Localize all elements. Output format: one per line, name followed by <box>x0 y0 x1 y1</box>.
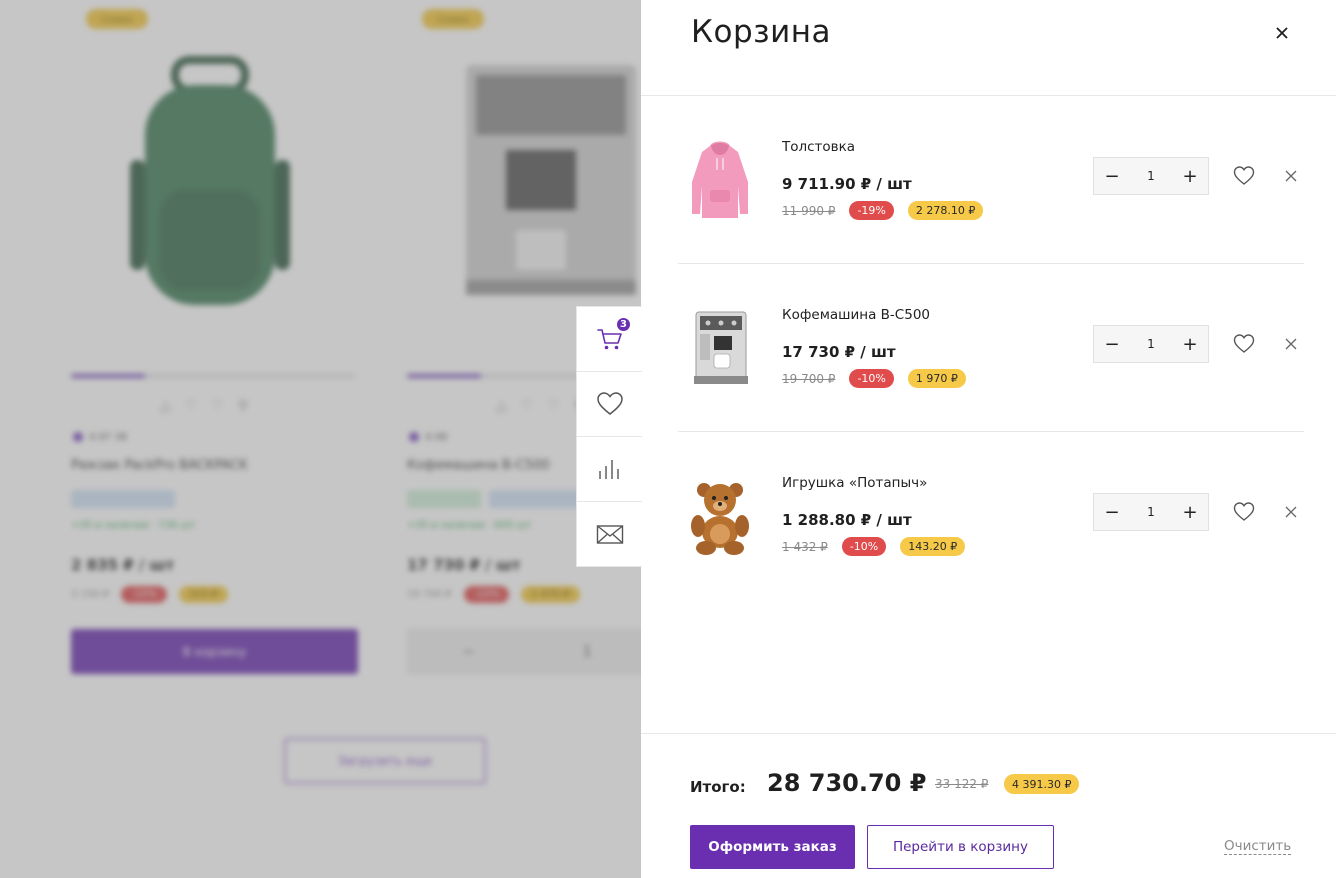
quantity-stepper: − 1 + <box>1093 325 1209 363</box>
quantity-value[interactable]: 1 <box>1130 169 1172 183</box>
remove-item-icon[interactable] <box>1283 504 1299 520</box>
clear-cart-button[interactable]: Очистить <box>1224 838 1292 855</box>
increase-button[interactable]: + <box>1172 158 1208 194</box>
go-to-cart-button[interactable]: Перейти в корзину <box>867 825 1054 869</box>
remove-item-icon[interactable] <box>1283 168 1299 184</box>
total-value: 28 730.70 ₽ <box>767 769 927 797</box>
item-old-price: 1 432 ₽ <box>782 539 828 554</box>
decrease-button[interactable]: − <box>1094 158 1130 194</box>
hoodie-image <box>692 141 748 218</box>
item-price: 1 288.80 ₽ / шт <box>782 511 912 529</box>
item-old-price: 11 990 ₽ <box>782 203 836 218</box>
checkout-button[interactable]: Оформить заказ <box>690 825 855 869</box>
increase-button[interactable]: + <box>1172 326 1208 362</box>
item-discount-badge: -10% <box>849 369 894 388</box>
mail-icon <box>596 524 623 544</box>
coffee-machine-image <box>694 311 748 384</box>
cart-title: Корзина <box>691 14 832 50</box>
quantity-stepper: − 1 + <box>1093 157 1209 195</box>
cart-item: Толстовка 9 711.90 ₽ / шт 11 990 ₽ -19% … <box>678 96 1304 264</box>
decrease-button[interactable]: − <box>1094 326 1130 362</box>
cart-count-badge: 3 <box>615 316 632 333</box>
compare-icon <box>598 460 619 479</box>
item-price-row: 19 700 ₽ -10% 1 970 ₽ <box>782 369 966 388</box>
favorite-heart-icon[interactable] <box>1233 333 1255 355</box>
item-discount-badge: -10% <box>841 537 887 556</box>
side-compare-button[interactable] <box>577 437 642 502</box>
quantity-stepper: − 1 + <box>1093 493 1209 531</box>
cart-header: Корзина <box>641 0 1336 96</box>
total-label: Итого: <box>690 778 746 796</box>
cart-panel: Корзина Толстовка 9 711.90 ₽ / шт 11 990… <box>641 0 1336 878</box>
total-old-price: 33 122 ₽ <box>935 777 989 791</box>
favorite-heart-icon[interactable] <box>1233 501 1255 523</box>
cart-item: Игрушка «Потапыч» 1 288.80 ₽ / шт 1 432 … <box>678 432 1304 600</box>
close-button[interactable] <box>1271 22 1293 44</box>
quantity-value[interactable]: 1 <box>1130 337 1172 351</box>
decrease-button[interactable]: − <box>1094 494 1130 530</box>
item-price: 9 711.90 ₽ / шт <box>782 175 912 193</box>
increase-button[interactable]: + <box>1172 494 1208 530</box>
side-cart-button[interactable]: 3 <box>577 307 642 372</box>
background-catalog: Скидка △♡♡⚲ 4.97 38 Рюкзак PackPro BACKP… <box>0 0 641 878</box>
item-price-row: 11 990 ₽ -19% 2 278.10 ₽ <box>782 201 984 220</box>
heart-icon <box>596 392 623 415</box>
teddy-bear-image <box>691 483 749 555</box>
item-name[interactable]: Толстовка <box>782 139 855 155</box>
side-favorites-button[interactable] <box>577 372 642 437</box>
item-price: 17 730 ₽ / шт <box>782 343 896 361</box>
side-toolbar: 3 <box>576 306 642 567</box>
quantity-value[interactable]: 1 <box>1130 505 1172 519</box>
item-saving-badge: 2 278.10 ₽ <box>907 201 984 220</box>
cart-item: Кофемашина B-C500 17 730 ₽ / шт 19 700 ₽… <box>678 264 1304 432</box>
item-old-price: 19 700 ₽ <box>782 371 836 386</box>
side-mail-button[interactable] <box>577 502 642 567</box>
item-name[interactable]: Кофемашина B-C500 <box>782 307 930 323</box>
cart-footer: Итого: 28 730.70 ₽ 33 122 ₽ 4 391.30 ₽ О… <box>641 733 1336 878</box>
item-price-row: 1 432 ₽ -10% 143.20 ₽ <box>782 537 966 556</box>
item-discount-badge: -19% <box>849 201 894 220</box>
remove-item-icon[interactable] <box>1283 336 1299 352</box>
item-saving-badge: 143.20 ₽ <box>900 537 966 556</box>
favorite-heart-icon[interactable] <box>1233 165 1255 187</box>
total-saving-badge: 4 391.30 ₽ <box>1004 774 1080 794</box>
item-saving-badge: 1 970 ₽ <box>907 369 966 388</box>
item-name[interactable]: Игрушка «Потапыч» <box>782 475 927 491</box>
close-icon <box>1276 27 1288 39</box>
modal-overlay[interactable] <box>0 0 641 878</box>
